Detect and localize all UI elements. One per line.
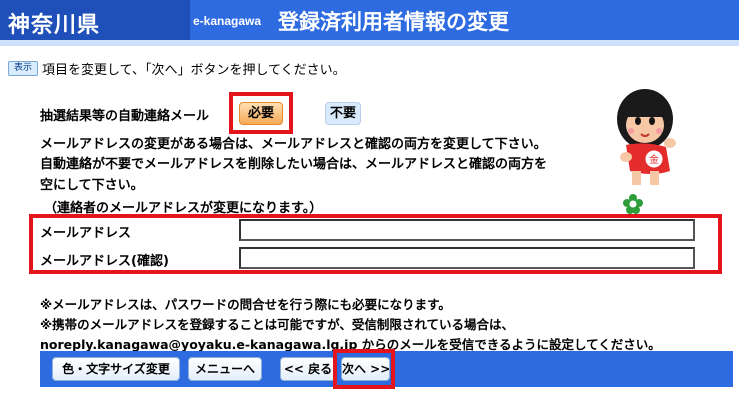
mascot-icon: 金 bbox=[617, 89, 676, 185]
email-field[interactable] bbox=[239, 219, 695, 241]
paragraph-line: メールアドレスの変更がある場合は、メールアドレスと確認の両方を変更して下さい。 bbox=[40, 137, 547, 152]
auto-contact-label: 抽選結果等の自動連絡メール bbox=[40, 109, 210, 124]
flower-icon bbox=[623, 194, 643, 214]
note-line: ※携帯のメールアドレスを登録することは可能ですが、受信制限されている場合は、 bbox=[40, 317, 515, 332]
email-confirm-label: メールアドレス(確認) bbox=[40, 254, 169, 269]
display-badge: 表示 bbox=[8, 61, 38, 76]
email-confirm-field[interactable] bbox=[239, 247, 695, 269]
page-header: 神奈川県 e-kanagawa 登録済利用者情報の変更 bbox=[0, 0, 739, 40]
menu-button[interactable]: メニューへ bbox=[188, 357, 262, 381]
unneeded-button[interactable]: 不要 bbox=[325, 102, 361, 125]
paragraph-line: 空にして下さい。 bbox=[40, 178, 144, 193]
paragraph-line: 自動連絡が不要でメールアドレスを削除したい場合は、メールアドレスと確認の両方を bbox=[40, 157, 548, 172]
service-name: e-kanagawa bbox=[193, 14, 262, 28]
back-button[interactable]: << 戻る bbox=[280, 357, 336, 381]
required-button[interactable]: 必要 bbox=[239, 102, 283, 125]
prefecture-title: 神奈川県 bbox=[8, 13, 101, 38]
next-button[interactable]: 次へ >> bbox=[341, 357, 390, 381]
instruction-text: 項目を変更して、「次へ」ボタンを押してください。 bbox=[42, 63, 346, 78]
font-size-button[interactable]: 色・文字サイズ変更 bbox=[52, 357, 180, 381]
email-label: メールアドレス bbox=[40, 226, 132, 241]
header-divider bbox=[0, 40, 739, 46]
note-line: ※メールアドレスは、パスワードの問合せを行う際にも必要になります。 bbox=[40, 297, 451, 312]
page-title: 登録済利用者情報の変更 bbox=[278, 10, 509, 34]
svg-text:金: 金 bbox=[649, 153, 659, 166]
